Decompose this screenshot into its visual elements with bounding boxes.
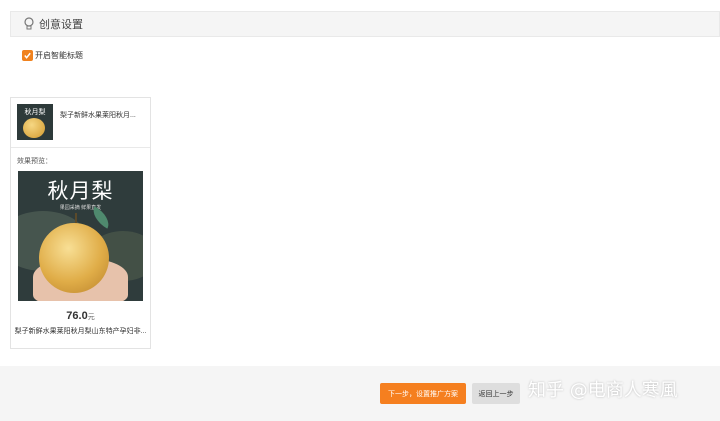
- thumbnail-title: 秋月梨: [24, 108, 46, 116]
- creative-preview-card: 秋月梨 梨子新鲜水果莱阳秋月... 效果预览： 秋月梨 果园采摘 鲜果直发 76…: [10, 97, 151, 349]
- creative-title: 梨子新鲜水果莱阳秋月...: [60, 112, 136, 119]
- preview-label: 效果预览：: [17, 158, 52, 165]
- section-title: 创意设置: [39, 19, 83, 31]
- next-step-button[interactable]: 下一步，设置推广方案: [380, 383, 466, 404]
- creative-item[interactable]: 秋月梨 梨子新鲜水果莱阳秋月...: [11, 98, 150, 148]
- pear-image: [23, 118, 45, 138]
- back-step-button[interactable]: 返回上一步: [472, 383, 520, 404]
- lightbulb-icon: [24, 17, 34, 30]
- price: 76.0元: [11, 310, 150, 322]
- smart-title-option[interactable]: 开启智能标题: [22, 50, 83, 61]
- smart-title-label: 开启智能标题: [35, 51, 83, 60]
- product-name: 梨子新鲜水果莱阳秋月梨山东特产孕妇非...: [14, 328, 147, 335]
- smart-title-checkbox[interactable]: [22, 50, 33, 61]
- check-icon: [24, 52, 31, 59]
- preview-image: 秋月梨 果园采摘 鲜果直发: [18, 171, 143, 301]
- watermark: 知乎 @电商人寒風: [528, 380, 678, 401]
- price-unit: 元: [87, 314, 95, 321]
- product-thumbnail: 秋月梨: [17, 104, 53, 140]
- creative-settings-header: 创意设置: [10, 11, 720, 37]
- image-title: 秋月梨: [47, 179, 114, 203]
- price-value: 76.0: [66, 310, 88, 322]
- pear-fruit: [39, 223, 109, 293]
- image-subtitle: 果园采摘 鲜果直发: [59, 205, 102, 211]
